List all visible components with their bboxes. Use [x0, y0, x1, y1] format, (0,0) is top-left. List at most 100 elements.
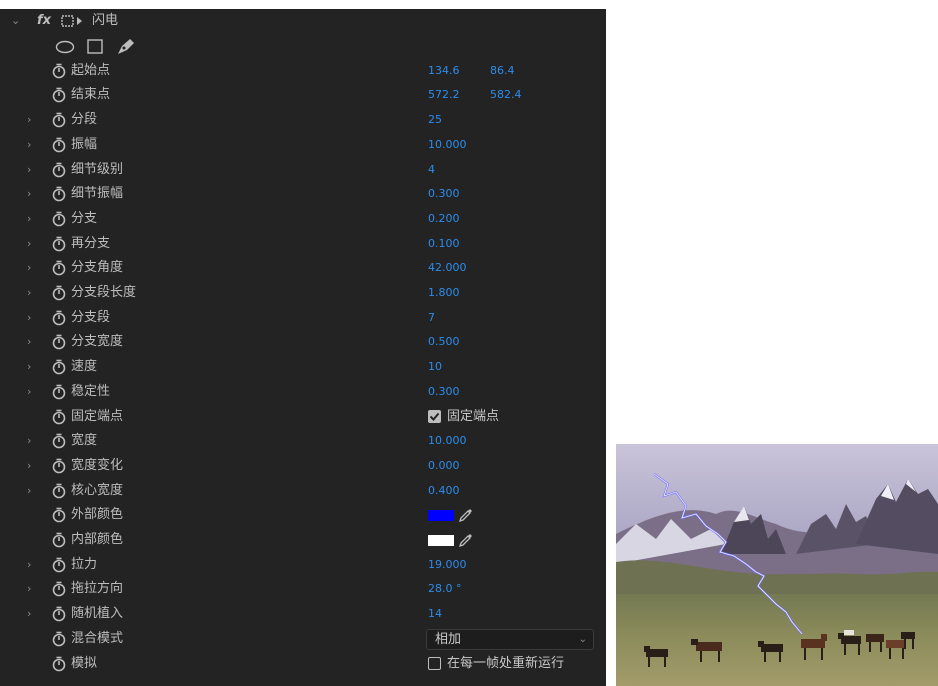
param-row: › 核心宽度 0.400: [0, 478, 606, 503]
param-label: 再分支: [71, 235, 111, 251]
param-value[interactable]: 25: [428, 108, 442, 132]
expand-chevron-icon[interactable]: ›: [27, 355, 39, 379]
stopwatch-icon[interactable]: [52, 207, 68, 231]
param-label: 拖拉方向: [71, 581, 124, 597]
expand-chevron-icon[interactable]: ›: [27, 306, 39, 330]
param-value[interactable]: 42.000: [428, 256, 467, 280]
param-row: › 细节级别 4: [0, 157, 606, 182]
stopwatch-icon[interactable]: [52, 108, 68, 132]
stopwatch-icon[interactable]: [52, 454, 68, 478]
expand-chevron-icon[interactable]: ›: [27, 602, 39, 626]
collapse-chevron-icon[interactable]: ⌄: [11, 9, 20, 33]
pen-mask-icon[interactable]: [116, 37, 136, 55]
param-label: 随机植入: [71, 606, 124, 622]
expand-chevron-icon[interactable]: ›: [27, 108, 39, 132]
stopwatch-icon[interactable]: [52, 652, 68, 676]
expand-chevron-icon[interactable]: ›: [27, 256, 39, 280]
expand-chevron-icon[interactable]: ›: [27, 158, 39, 182]
stopwatch-icon[interactable]: [52, 503, 68, 527]
checkbox[interactable]: [428, 410, 441, 424]
param-value[interactable]: 10.000: [428, 429, 467, 453]
expand-chevron-icon[interactable]: ›: [27, 553, 39, 577]
param-label: 内部颜色: [71, 532, 124, 548]
stopwatch-icon[interactable]: [52, 182, 68, 206]
stopwatch-icon[interactable]: [52, 479, 68, 503]
stopwatch-icon[interactable]: [52, 59, 68, 83]
stopwatch-icon[interactable]: [52, 133, 68, 157]
param-value-y[interactable]: 582.4: [490, 83, 522, 107]
stopwatch-icon[interactable]: [52, 158, 68, 182]
color-swatch[interactable]: [428, 510, 454, 521]
stopwatch-icon[interactable]: [52, 232, 68, 256]
stopwatch-icon[interactable]: [52, 306, 68, 330]
param-value[interactable]: 1.800: [428, 281, 460, 305]
stopwatch-icon[interactable]: [52, 553, 68, 577]
param-row: › 速度 10: [0, 355, 606, 380]
param-value[interactable]: 28.0 °: [428, 577, 462, 601]
param-row: › 拖拉方向 28.0 °: [0, 577, 606, 602]
expand-chevron-icon[interactable]: ›: [27, 207, 39, 231]
expand-chevron-icon[interactable]: ›: [27, 182, 39, 206]
param-value-y[interactable]: 86.4: [490, 59, 515, 83]
param-value[interactable]: 14: [428, 602, 442, 626]
param-row: 混合模式 相加 ⌄: [0, 627, 606, 652]
param-label: 分支角度: [71, 260, 124, 276]
eyedropper-icon[interactable]: [458, 507, 474, 527]
stopwatch-icon[interactable]: [52, 528, 68, 552]
expand-chevron-icon[interactable]: ›: [27, 133, 39, 157]
blend-mode-dropdown[interactable]: 相加 ⌄: [426, 628, 594, 650]
fx-toggle-icon[interactable]: fx: [37, 9, 51, 33]
stopwatch-icon[interactable]: [52, 83, 68, 107]
param-label: 拉力: [71, 556, 98, 572]
param-label: 分支宽度: [71, 334, 124, 350]
param-label: 速度: [71, 359, 98, 375]
expand-chevron-icon[interactable]: ›: [27, 429, 39, 453]
color-swatch[interactable]: [428, 534, 454, 546]
param-value[interactable]: 0.200: [428, 207, 460, 231]
param-value[interactable]: 19.000: [428, 553, 467, 577]
stopwatch-icon[interactable]: [52, 355, 68, 379]
param-value[interactable]: 0.100: [428, 232, 460, 256]
param-row: 模拟 在每一帧处重新运行: [0, 651, 606, 676]
param-row: › 拉力 19.000: [0, 552, 606, 577]
param-value[interactable]: 7: [428, 306, 435, 330]
stopwatch-icon[interactable]: [52, 577, 68, 601]
param-value[interactable]: 10: [428, 355, 442, 379]
stopwatch-icon[interactable]: [52, 627, 68, 651]
param-value[interactable]: 134.6: [428, 59, 460, 83]
transform-handle-icon[interactable]: [60, 14, 84, 28]
stopwatch-icon[interactable]: [52, 256, 68, 280]
ellipse-mask-icon[interactable]: [55, 40, 75, 54]
stopwatch-icon[interactable]: [52, 380, 68, 404]
expand-chevron-icon[interactable]: ›: [27, 281, 39, 305]
param-value[interactable]: 0.500: [428, 330, 460, 354]
expand-chevron-icon[interactable]: ›: [27, 380, 39, 404]
checkbox-label: 固定端点: [447, 408, 500, 424]
stopwatch-icon[interactable]: [52, 429, 68, 453]
param-value[interactable]: 0.300: [428, 380, 460, 404]
expand-chevron-icon[interactable]: ›: [27, 577, 39, 601]
expand-chevron-icon[interactable]: ›: [27, 232, 39, 256]
param-value[interactable]: 10.000: [428, 133, 467, 157]
param-label: 起始点: [71, 62, 111, 78]
expand-chevron-icon[interactable]: ›: [27, 330, 39, 354]
param-value[interactable]: 572.2: [428, 83, 460, 107]
eyedropper-icon[interactable]: [458, 532, 474, 552]
stopwatch-icon[interactable]: [52, 281, 68, 305]
expand-chevron-icon[interactable]: ›: [27, 479, 39, 503]
param-value[interactable]: 0.000: [428, 454, 460, 478]
stopwatch-icon[interactable]: [52, 330, 68, 354]
param-row: 固定端点 固定端点: [0, 404, 606, 429]
param-row: › 分段 25: [0, 108, 606, 133]
param-value[interactable]: 4: [428, 158, 435, 182]
stopwatch-icon[interactable]: [52, 405, 68, 429]
effect-header-row[interactable]: ⌄ fx 闪电: [0, 9, 606, 34]
stopwatch-icon[interactable]: [52, 602, 68, 626]
param-label: 稳定性: [71, 383, 111, 399]
param-value[interactable]: 0.400: [428, 479, 460, 503]
param-label: 细节级别: [71, 161, 124, 177]
expand-chevron-icon[interactable]: ›: [27, 454, 39, 478]
rectangle-mask-icon[interactable]: [87, 38, 103, 54]
checkbox[interactable]: [428, 657, 441, 671]
param-value[interactable]: 0.300: [428, 182, 460, 206]
